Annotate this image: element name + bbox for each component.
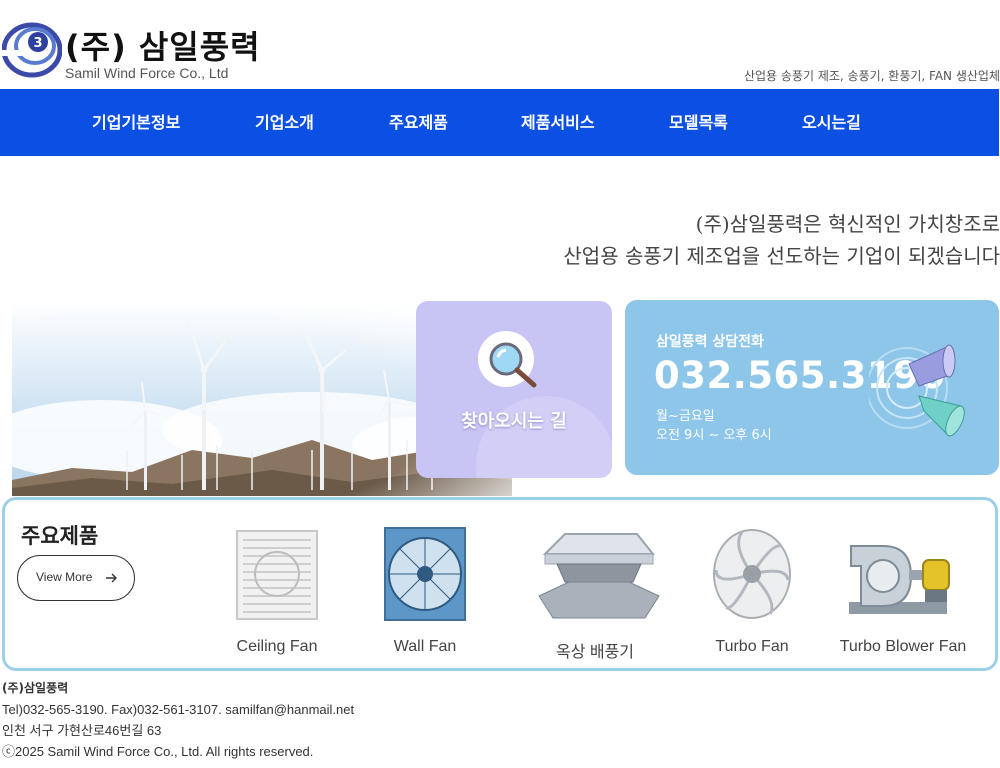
product-name: Wall Fan [393, 638, 457, 655]
footer-contact: Tel)032-565-3190. Fax)032-561-3107. sami… [2, 702, 355, 717]
nav-item-services[interactable]: 제품서비스 [521, 89, 595, 156]
view-more-label: View More [36, 570, 93, 584]
product-turbo-blower-fan[interactable]: Turbo Blower Fan [833, 520, 973, 660]
ceiling-fan-image [236, 530, 318, 620]
product-turbo-fan[interactable]: Turbo Fan [682, 520, 822, 660]
nav-item-models[interactable]: 모델목록 [669, 89, 728, 156]
company-logo-icon[interactable]: 3 [2, 22, 62, 78]
nav-item-about[interactable]: 기업소개 [255, 89, 314, 156]
product-name: Ceiling Fan [236, 638, 318, 655]
logo-title[interactable]: (주) 삼일풍력 [65, 22, 261, 68]
slogan: (주)삼일풍력은 혁신적인 가치창조로 산업용 송풍기 제조업을 선도하는 기업… [563, 208, 1000, 272]
site-header: 3 (주) 삼일풍력 Samil Wind Force Co., Ltd 산업용… [0, 0, 1000, 89]
directions-label: 찾아오시는 길 [461, 411, 567, 432]
nav-item-products[interactable]: 주요제품 [389, 89, 448, 156]
product-name: Turbo Fan [715, 638, 789, 655]
consultation-title: 삼일풍력 상담전화 [656, 334, 764, 350]
turbo-fan-image [713, 529, 791, 619]
product-roof-ventilator[interactable]: 옥상 배풍기 [525, 520, 665, 661]
product-wall-fan[interactable]: Wall Fan [355, 520, 495, 660]
slogan-line-1: (주)삼일풍력은 혁신적인 가치창조로 [695, 212, 1000, 236]
header-tagline: 산업용 송풍기 제조, 송풍기, 환풍기, FAN 생산업체 [743, 69, 1000, 83]
arrow-right-icon [106, 573, 117, 583]
business-hours: 오전 9시 ~ 오후 6시 [656, 428, 772, 443]
slogan-line-2: 산업용 송풍기 제조업을 선도하는 기업이 되겠습니다 [563, 244, 1000, 268]
product-name: Turbo Blower Fan [839, 638, 967, 655]
view-more-button[interactable]: View More [17, 555, 135, 601]
footer-company: (주)삼일풍력 [2, 681, 69, 695]
nav-item-company-info[interactable]: 기업기본정보 [92, 89, 180, 156]
site-footer: (주)삼일풍력 Tel)032-565-3190. Fax)032-561-31… [2, 678, 354, 762]
svg-text:3: 3 [33, 36, 42, 51]
roof-ventilator-image [538, 533, 660, 619]
business-days: 월~금요일 [656, 409, 715, 424]
nav-item-directions[interactable]: 오시는길 [802, 89, 861, 156]
logo-subtitle: Samil Wind Force Co., Ltd [65, 65, 229, 81]
consultation-card: 삼일풍력 상담전화 032.565.3190 월~금요일 오전 9시 ~ 오후 … [625, 300, 999, 475]
turbo-blower-fan-image [849, 545, 950, 614]
directions-card[interactable]: 찾아오시는 길 [416, 301, 612, 478]
main-nav: 기업기본정보 기업소개 주요제품 제품서비스 모델목록 오시는길 [0, 89, 999, 156]
wall-fan-image [384, 527, 466, 621]
megaphone-icon [869, 344, 965, 437]
footer-address: 인천 서구 가현산로46번길 63 [2, 723, 162, 738]
footer-copyright: ⓒ2025 Samil Wind Force Co., Ltd. All rig… [2, 744, 314, 759]
magnifier-icon [478, 331, 537, 388]
products-heading: 주요제품 [21, 524, 99, 548]
product-name: 옥상 배풍기 [555, 644, 635, 661]
products-section: 주요제품 View More Ceiling Fan Wall Fan 옥상 배… [2, 497, 998, 671]
product-ceiling-fan[interactable]: Ceiling Fan [207, 520, 347, 660]
